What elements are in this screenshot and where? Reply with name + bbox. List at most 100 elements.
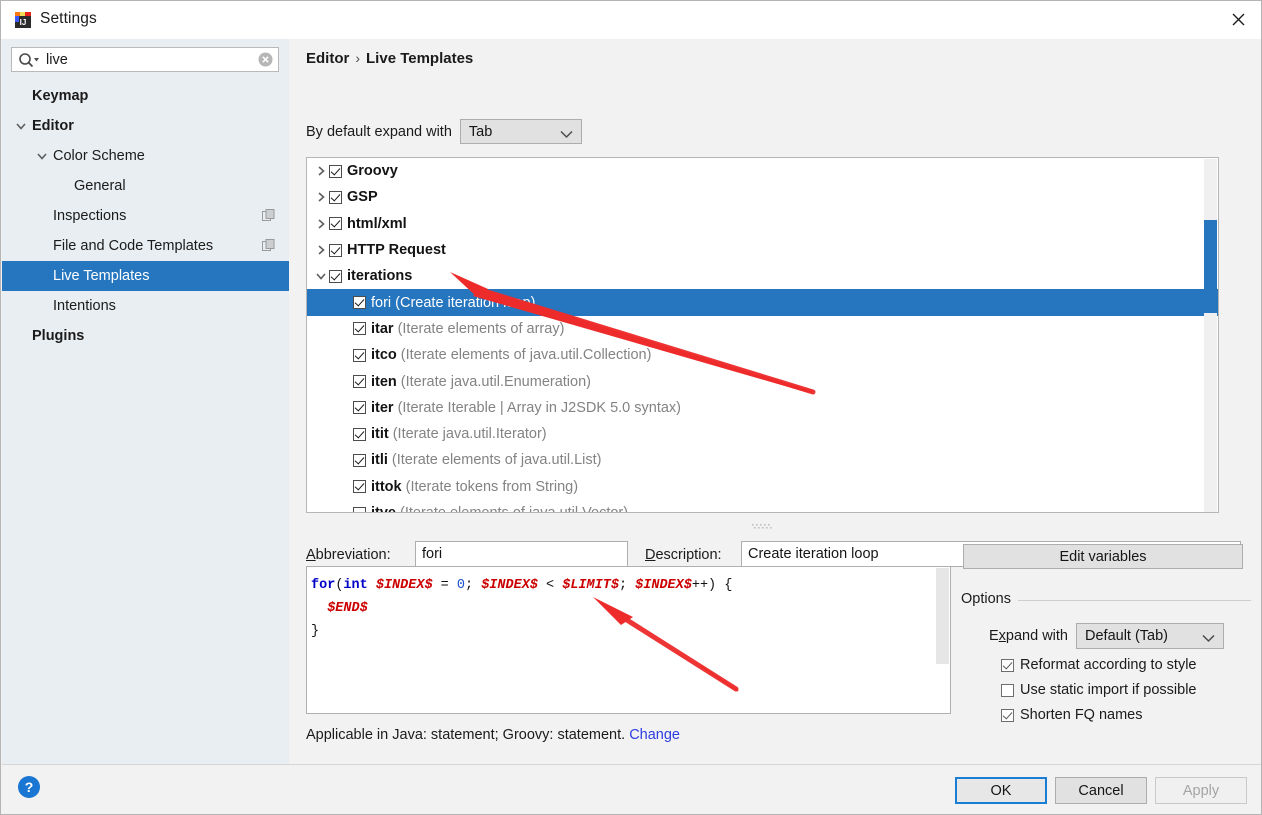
table-row[interactable]: HTTP Request — [307, 237, 1218, 263]
intellij-idea-icon: IJ — [14, 11, 32, 29]
option-shorten-fq-checkbox[interactable] — [1001, 709, 1014, 722]
template-description: (Iterate elements of java.util.Collectio… — [401, 347, 652, 363]
table-row[interactable]: iten(Iterate java.util.Enumeration) — [307, 368, 1218, 394]
sidebar-item-color-scheme[interactable]: Color Scheme — [2, 141, 289, 171]
template-description: (Iterate java.util.Enumeration) — [401, 374, 591, 390]
search-icon — [18, 52, 40, 68]
code-line: } — [311, 620, 950, 643]
table-row[interactable]: ittok(Iterate tokens from String) — [307, 474, 1218, 500]
abbreviation-input[interactable]: fori — [415, 541, 628, 567]
template-enabled-checkbox[interactable] — [353, 349, 366, 362]
code-token: ; — [619, 578, 635, 593]
apply-label: Apply — [1183, 783, 1219, 799]
sidebar-item-label: Inspections — [53, 208, 126, 224]
template-enabled-checkbox[interactable] — [353, 428, 366, 441]
template-name: HTTP Request — [347, 242, 446, 258]
template-enabled-checkbox[interactable] — [353, 296, 366, 309]
description-value: Create iteration loop — [748, 546, 879, 562]
editor-scrollbar-thumb[interactable] — [936, 568, 949, 664]
chevron-right-icon[interactable] — [313, 163, 329, 179]
table-row[interactable]: itve(Iterate elements of java.util.Vecto… — [307, 500, 1218, 513]
sidebar-item-general[interactable]: General — [2, 171, 289, 201]
table-row[interactable]: iterations — [307, 263, 1218, 289]
option-static-import-row[interactable]: Use static import if possible — [1001, 682, 1196, 698]
sidebar-item-label: Editor — [32, 118, 74, 134]
table-row[interactable]: iter(Iterate Iterable | Array in J2SDK 5… — [307, 395, 1218, 421]
sidebar-item-inspections[interactable]: Inspections — [2, 201, 289, 231]
option-expand-with-row: Expand with Default (Tab) — [989, 623, 1224, 649]
panel-splitter[interactable] — [306, 515, 1219, 523]
ok-label: OK — [991, 783, 1012, 799]
templates-scrollbar-thumb[interactable] — [1204, 220, 1217, 313]
chevron-right-icon[interactable] — [313, 216, 329, 232]
edit-variables-button[interactable]: Edit variables — [963, 544, 1243, 569]
template-enabled-checkbox[interactable] — [353, 375, 366, 388]
option-shorten-fq-row[interactable]: Shorten FQ names — [1001, 707, 1143, 723]
sidebar-item-intentions[interactable]: Intentions — [2, 291, 289, 321]
sidebar-item-file-and-code-templates[interactable]: File and Code Templates — [2, 231, 289, 261]
template-enabled-checkbox[interactable] — [353, 507, 366, 514]
clear-icon[interactable] — [258, 52, 273, 67]
change-context-link[interactable]: Change — [629, 727, 680, 743]
table-row[interactable]: html/xml — [307, 211, 1218, 237]
sidebar-item-editor[interactable]: Editor — [2, 111, 289, 141]
table-row[interactable]: fori(Create iteration loop) — [307, 289, 1218, 315]
tree-spacer — [337, 426, 353, 442]
tree-spacer — [14, 329, 28, 343]
templates-list[interactable]: GroovyGSPhtml/xml HTTP Request iterationsf… — [306, 157, 1219, 513]
template-enabled-checkbox[interactable] — [329, 244, 342, 257]
template-enabled-checkbox[interactable] — [353, 401, 366, 414]
search-input[interactable]: live — [11, 47, 279, 72]
option-reformat-checkbox[interactable] — [1001, 659, 1014, 672]
chevron-down-icon — [560, 127, 573, 143]
options-group: Options Expand with Default (Tab) Reform… — [961, 591, 1251, 721]
code-token: $INDEX$ — [481, 578, 538, 593]
template-enabled-checkbox[interactable] — [329, 270, 342, 283]
sidebar-item-plugins[interactable]: Plugins — [2, 321, 289, 351]
code-line: for(int $INDEX$ = 0; $INDEX$ < $LIMIT$; … — [311, 574, 950, 597]
chevron-down-icon[interactable] — [313, 268, 329, 284]
sidebar-item-label: Live Templates — [53, 268, 149, 284]
help-icon[interactable]: ? — [18, 776, 40, 798]
table-row[interactable]: itco(Iterate elements of java.util.Colle… — [307, 342, 1218, 368]
template-enabled-checkbox[interactable] — [329, 165, 342, 178]
breadcrumb-root[interactable]: Editor — [306, 50, 349, 67]
template-enabled-checkbox[interactable] — [329, 191, 342, 204]
option-reformat-row[interactable]: Reformat according to style — [1001, 657, 1197, 673]
table-row[interactable]: itli(Iterate elements of java.util.List) — [307, 447, 1218, 473]
chevron-down-icon[interactable] — [14, 119, 28, 133]
cancel-button[interactable]: Cancel — [1055, 777, 1147, 804]
editor-scrollbar[interactable] — [936, 568, 949, 714]
svg-text:IJ: IJ — [20, 18, 27, 27]
template-name: iten — [371, 374, 397, 390]
option-expand-with-select[interactable]: Default (Tab) — [1076, 623, 1224, 649]
code-token: ++) { — [692, 578, 733, 593]
templates-scrollbar[interactable] — [1204, 159, 1217, 513]
option-static-import-checkbox[interactable] — [1001, 684, 1014, 697]
table-row[interactable]: itar(Iterate elements of array) — [307, 316, 1218, 342]
close-icon[interactable] — [1215, 1, 1261, 38]
chevron-right-icon[interactable] — [313, 242, 329, 258]
chevron-right-icon[interactable] — [313, 189, 329, 205]
default-expand-select[interactable]: Tab — [460, 119, 582, 144]
chevron-down-icon[interactable] — [35, 149, 49, 163]
template-name: itar — [371, 321, 394, 337]
option-static-import-label: Use static import if possible — [1020, 682, 1196, 698]
code-token: $LIMIT$ — [562, 578, 619, 593]
table-row[interactable]: GSP — [307, 184, 1218, 210]
tree-spacer — [337, 505, 353, 513]
template-enabled-checkbox[interactable] — [353, 322, 366, 335]
template-enabled-checkbox[interactable] — [353, 480, 366, 493]
sidebar-item-live-templates[interactable]: Live Templates — [2, 261, 289, 291]
template-text-editor[interactable]: for(int $INDEX$ = 0; $INDEX$ < $LIMIT$; … — [306, 566, 951, 714]
table-row[interactable]: itit(Iterate java.util.Iterator) — [307, 421, 1218, 447]
template-enabled-checkbox[interactable] — [353, 454, 366, 467]
ok-button[interactable]: OK — [955, 777, 1047, 804]
table-row[interactable]: Groovy — [307, 158, 1218, 184]
breadcrumb-separator: › — [349, 50, 366, 66]
apply-button[interactable]: Apply — [1155, 777, 1247, 804]
template-name: ittok — [371, 479, 402, 495]
code-token: $INDEX$ — [376, 578, 433, 593]
sidebar-item-keymap[interactable]: Keymap — [2, 81, 289, 111]
template-enabled-checkbox[interactable] — [329, 217, 342, 230]
